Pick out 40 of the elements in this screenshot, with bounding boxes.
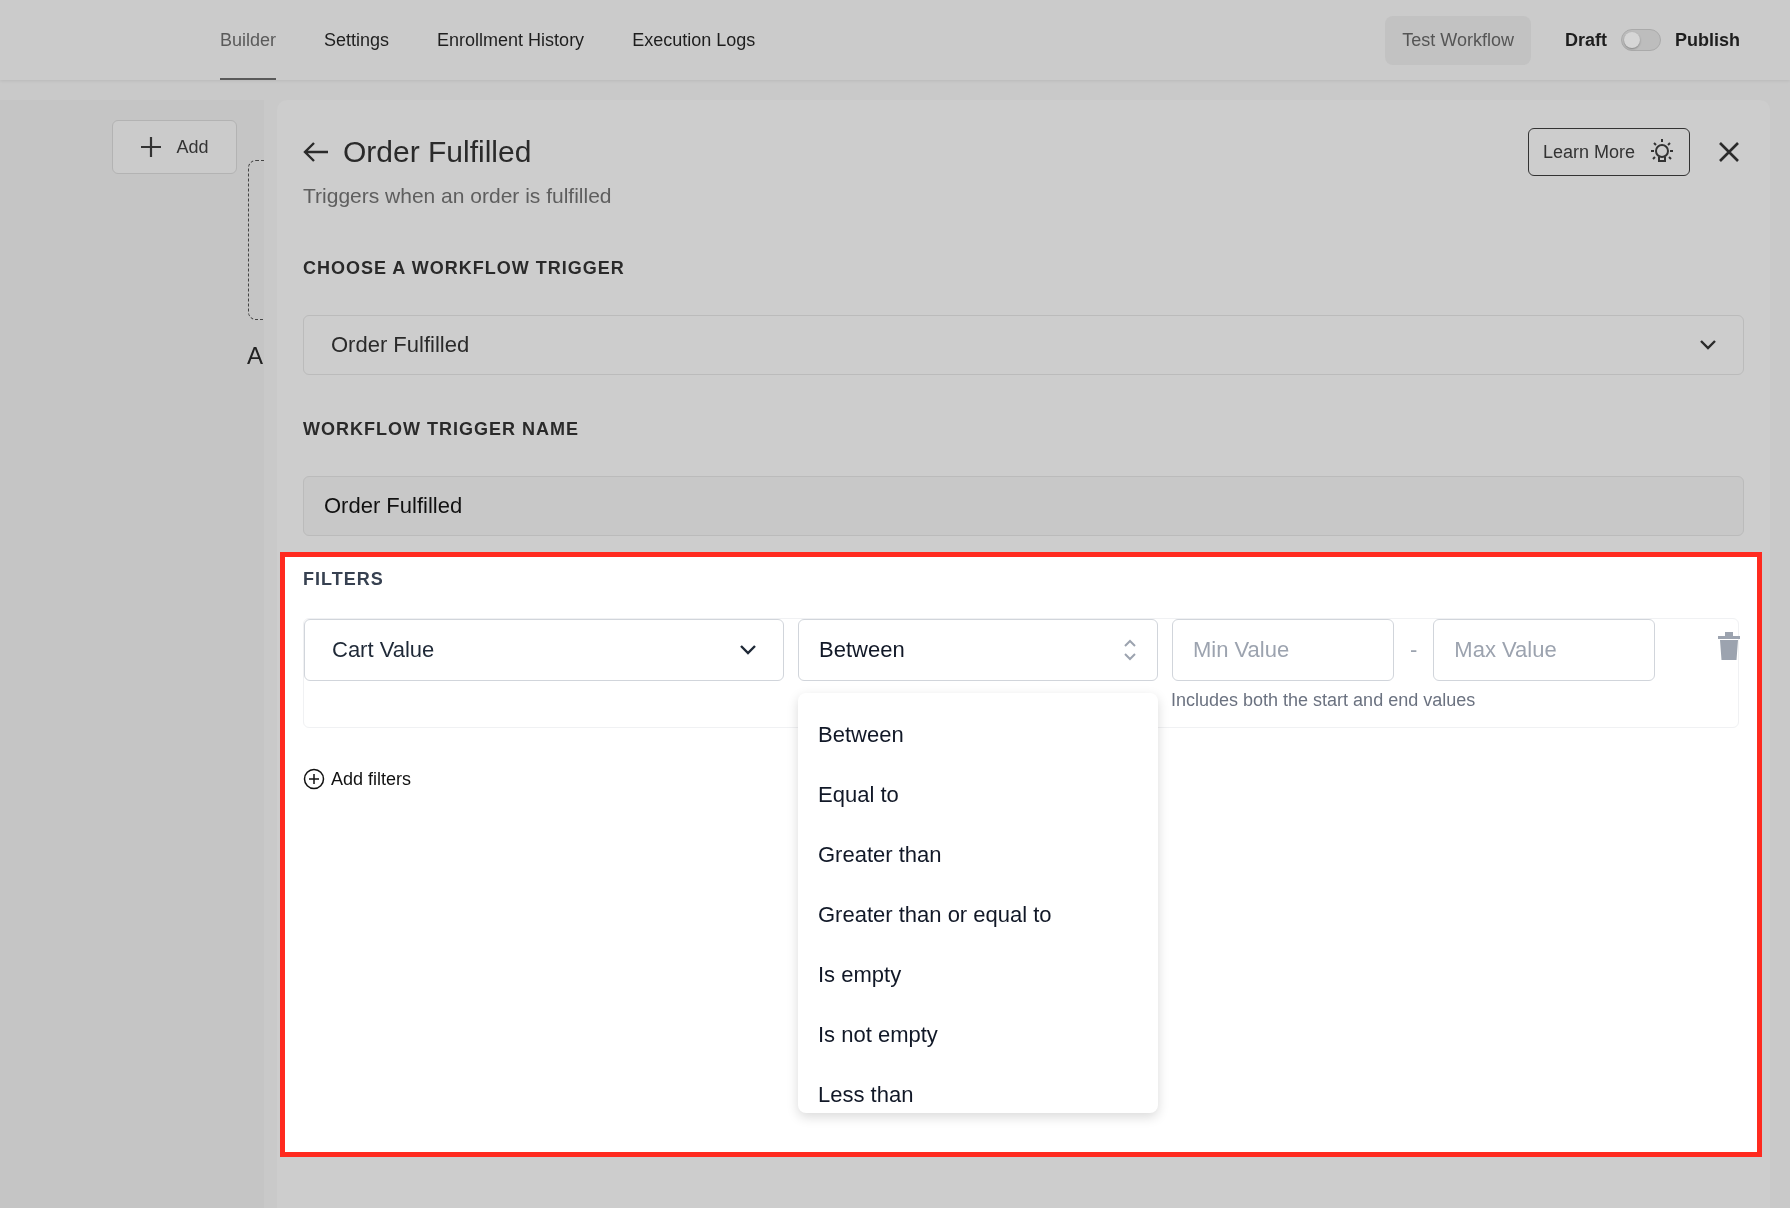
add-filters-button[interactable]: Add filters bbox=[303, 768, 412, 790]
draft-label: Draft bbox=[1564, 29, 1607, 51]
operator-select[interactable]: Between bbox=[798, 619, 1158, 681]
menu-option[interactable]: Is not empty bbox=[798, 1005, 1158, 1065]
publish-label: Publish bbox=[1675, 29, 1740, 51]
field-select[interactable]: Cart Value bbox=[304, 619, 784, 681]
node-label: A bbox=[247, 342, 263, 370]
plus-circle-icon bbox=[303, 768, 325, 790]
max-value-field[interactable]: Max Value bbox=[1433, 619, 1656, 681]
publish-toggle[interactable] bbox=[1621, 29, 1661, 51]
menu-option[interactable]: Is empty bbox=[798, 945, 1158, 1005]
range-hint: Includes both the start and end values bbox=[1171, 690, 1476, 711]
up-down-chevron-icon bbox=[1123, 638, 1137, 662]
menu-option[interactable]: Greater than bbox=[798, 825, 1158, 885]
chevron-down-icon bbox=[739, 644, 757, 656]
nav-tab[interactable]: Settings bbox=[324, 2, 390, 80]
nav-tab[interactable]: Enrollment History bbox=[437, 2, 585, 80]
min-value-field[interactable]: Min Value bbox=[1172, 619, 1394, 681]
panel-title: Order Fulfilled bbox=[343, 135, 532, 169]
menu-option[interactable]: Less than bbox=[798, 1065, 1158, 1113]
trash-icon bbox=[1717, 631, 1741, 661]
back-arrow-icon[interactable] bbox=[303, 141, 329, 163]
add-button[interactable]: Add bbox=[112, 120, 237, 174]
test-workflow-button[interactable]: Test Workflow bbox=[1385, 15, 1531, 65]
nav-tab[interactable]: Builder bbox=[220, 2, 277, 80]
panel-subtitle: Triggers when an order is fulfilled bbox=[303, 184, 613, 208]
range-dash: - bbox=[1410, 636, 1418, 664]
trigger-label: CHOOSE A WORKFLOW TRIGGER bbox=[303, 258, 626, 279]
trigger-name-label: WORKFLOW TRIGGER NAME bbox=[303, 419, 580, 440]
learn-more-button[interactable]: Learn More bbox=[1527, 128, 1690, 176]
menu-option[interactable]: Equal to bbox=[798, 765, 1158, 825]
chevron-down-icon bbox=[1699, 339, 1717, 351]
trigger-name-field[interactable]: Order Fulfilled bbox=[303, 476, 1744, 536]
close-icon bbox=[1718, 141, 1740, 163]
plus-icon bbox=[140, 136, 163, 158]
trigger-select[interactable]: Order Fulfilled bbox=[303, 315, 1744, 375]
menu-option[interactable]: Between bbox=[798, 705, 1158, 765]
menu-option[interactable]: Greater than or equal to bbox=[798, 885, 1158, 945]
nav-tab[interactable]: Execution Logs bbox=[632, 2, 756, 80]
filters-label: FILTERS bbox=[303, 569, 385, 590]
